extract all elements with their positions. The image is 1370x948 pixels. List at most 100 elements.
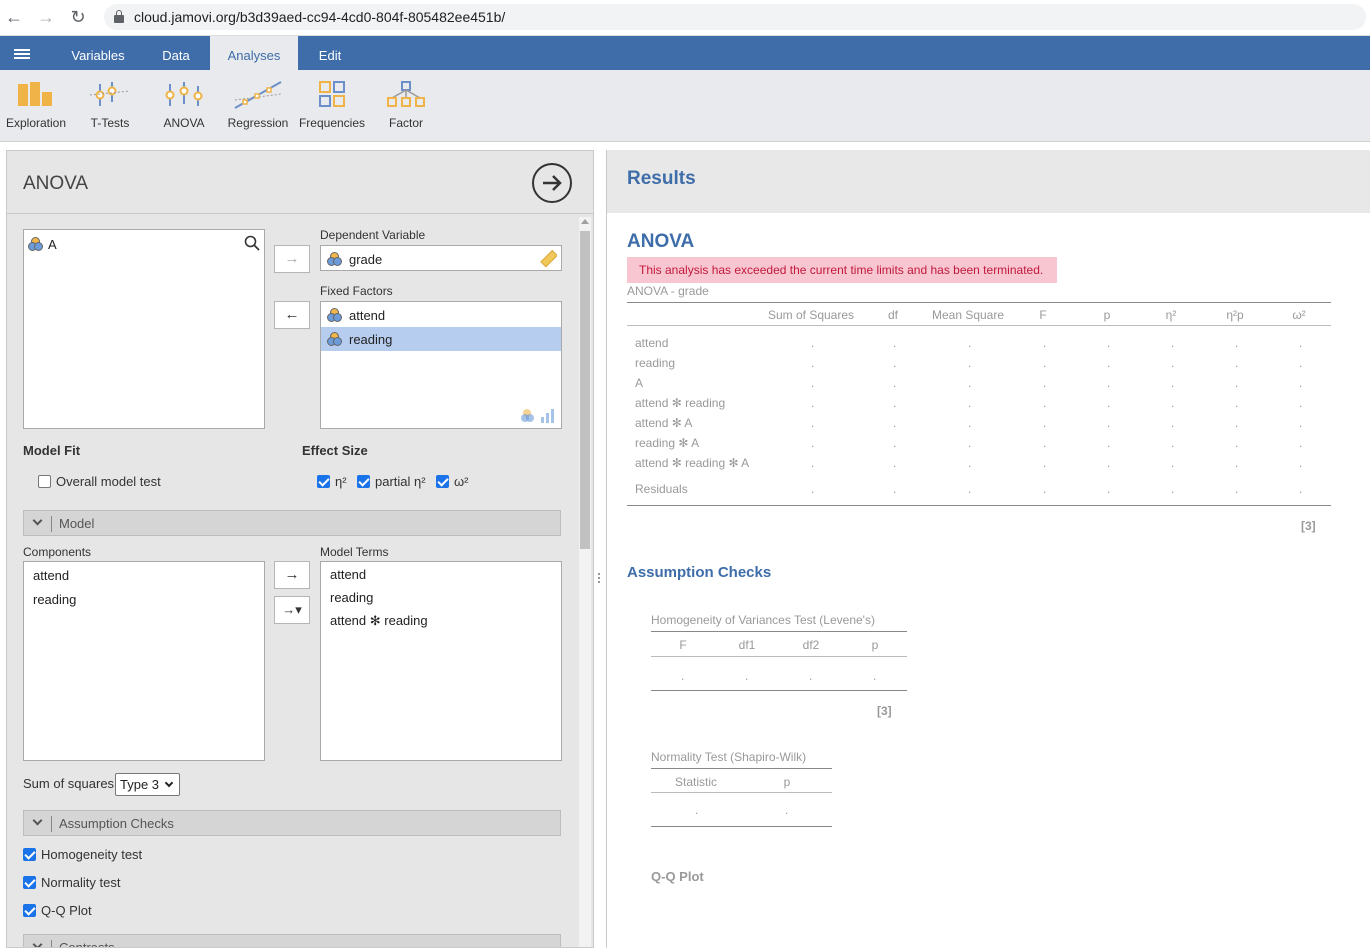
browser-bar: ← → ↻ cloud.jamovi.org/b3d39aed-cc94-4cd… <box>0 0 1370 36</box>
anova-icon <box>165 82 203 106</box>
available-variables-list[interactable]: A <box>23 229 265 429</box>
hamburger-menu-icon[interactable] <box>14 49 30 59</box>
table-cell: . <box>893 376 897 390</box>
scroll-up-icon[interactable] <box>581 219 589 224</box>
list-item[interactable]: reading <box>330 590 373 605</box>
anova-row-label: attend <box>635 336 669 350</box>
column-header: df <box>887 308 898 322</box>
anova-row-label: attend ✻ A <box>635 416 693 430</box>
hide-options-button[interactable] <box>532 163 572 203</box>
tab-data[interactable]: Data <box>140 36 212 70</box>
sum-of-squares-select[interactable]: Type 3 <box>115 773 180 796</box>
omega-squared-checkbox[interactable] <box>436 475 449 488</box>
table-cell: . <box>1235 456 1239 470</box>
table-cell: . <box>1171 482 1175 496</box>
frequencies-button[interactable]: Frequencies <box>297 80 367 136</box>
back-icon[interactable]: ← <box>4 6 24 28</box>
overall-model-test-checkbox[interactable] <box>38 475 51 488</box>
t-tests-button[interactable]: T-Tests <box>75 80 145 136</box>
table-cell: . <box>968 436 972 450</box>
table-cell: . <box>1299 436 1303 450</box>
list-item[interactable]: attend <box>33 568 69 583</box>
reload-icon[interactable]: ↻ <box>68 6 88 28</box>
tab-edit[interactable]: Edit <box>300 36 360 70</box>
model-terms-label: Model Terms <box>320 545 389 559</box>
model-terms-list[interactable]: attend reading attend ✻ reading <box>320 561 562 761</box>
table-cell: . <box>893 482 897 496</box>
qq-plot-heading: Q-Q Plot <box>651 869 704 884</box>
chevron-down-icon <box>32 939 43 947</box>
table-cell: . <box>873 669 877 683</box>
list-item[interactable]: attend <box>321 303 561 327</box>
table-cell: . <box>1299 416 1303 430</box>
list-item[interactable]: grade <box>321 247 561 271</box>
anova-row-label: attend ✻ reading <box>635 396 726 410</box>
chevron-down-icon <box>32 815 43 826</box>
contrasts-section-header[interactable]: Contrasts <box>23 934 561 947</box>
table-cell: . <box>811 396 815 410</box>
homogeneity-test-checkbox[interactable] <box>23 848 36 861</box>
list-item[interactable]: A <box>24 232 264 256</box>
fixed-factors-label: Fixed Factors <box>320 284 393 298</box>
search-icon[interactable] <box>244 235 260 251</box>
regression-button[interactable]: Regression <box>223 80 293 136</box>
table-cell: . <box>1171 416 1175 430</box>
table-cell: . <box>1107 356 1111 370</box>
effect-size-heading: Effect Size <box>302 443 368 458</box>
normality-test-checkbox[interactable] <box>23 876 36 889</box>
fixed-factors-list[interactable]: attend reading <box>320 301 562 429</box>
table-cell: . <box>1107 336 1111 350</box>
regression-icon <box>234 81 282 109</box>
anova-button[interactable]: ANOVA <box>149 80 219 136</box>
error-message: This analysis has exceeded the current t… <box>627 257 1057 283</box>
qq-plot-checkbox[interactable] <box>23 904 36 917</box>
table-cell: . <box>1043 436 1047 450</box>
table-cell: . <box>968 416 972 430</box>
list-item[interactable]: attend <box>330 567 366 582</box>
table-cell: . <box>968 356 972 370</box>
table-cell: . <box>811 482 815 496</box>
exploration-button[interactable]: Exploration <box>1 80 71 136</box>
nominal-variable-icon <box>28 237 44 251</box>
tab-analyses[interactable]: Analyses <box>210 36 298 70</box>
list-item[interactable]: attend ✻ reading <box>330 613 428 629</box>
table-cell: . <box>1235 482 1239 496</box>
anova-row-label: reading <box>635 356 676 370</box>
move-to-dependent-button[interactable]: → <box>274 245 310 273</box>
table-cell: . <box>811 376 815 390</box>
eta-squared-checkbox[interactable] <box>317 475 330 488</box>
add-term-button[interactable]: → <box>274 561 310 589</box>
model-section-header[interactable]: Model <box>23 510 561 536</box>
table-cell: . <box>968 396 972 410</box>
exploration-icon <box>18 82 52 106</box>
table-cell: . <box>1107 416 1111 430</box>
table-cell: . <box>1235 356 1239 370</box>
anova-heading: ANOVA <box>627 231 695 252</box>
panel-splitter[interactable] <box>596 572 602 586</box>
table-cell: . <box>1171 336 1175 350</box>
options-scrollbar[interactable] <box>579 217 591 947</box>
assumption-checks-section-header[interactable]: Assumption Checks <box>23 810 561 836</box>
sum-of-squares-label: Sum of squares <box>23 776 115 791</box>
table-cell: . <box>1107 396 1111 410</box>
components-list[interactable]: attend reading <box>23 561 265 761</box>
factor-button[interactable]: Factor <box>371 80 441 136</box>
normality-test-label: Normality test <box>41 875 121 890</box>
dependent-variable-label: Dependent Variable <box>320 228 426 242</box>
table-cell: . <box>1171 356 1175 370</box>
forward-icon[interactable]: → <box>36 6 56 28</box>
column-header: Statistic <box>674 775 717 789</box>
move-from-fixed-factors-button[interactable]: ← <box>274 301 310 329</box>
address-bar[interactable]: cloud.jamovi.org/b3d39aed-cc94-4cd0-804f… <box>104 4 1366 30</box>
list-item[interactable]: reading <box>321 327 561 351</box>
table-cell: . <box>1171 456 1175 470</box>
list-item[interactable]: reading <box>33 592 76 607</box>
scroll-thumb[interactable] <box>580 231 590 549</box>
add-interaction-dropdown-button[interactable]: →▾ <box>274 596 310 624</box>
partial-eta-squared-checkbox[interactable] <box>357 475 370 488</box>
column-header: η² <box>1165 308 1177 322</box>
model-fit-heading: Model Fit <box>23 443 81 458</box>
dependent-variable-field[interactable]: grade <box>320 245 562 271</box>
factor-label: Factor <box>388 116 423 130</box>
tab-variables[interactable]: Variables <box>58 36 138 70</box>
